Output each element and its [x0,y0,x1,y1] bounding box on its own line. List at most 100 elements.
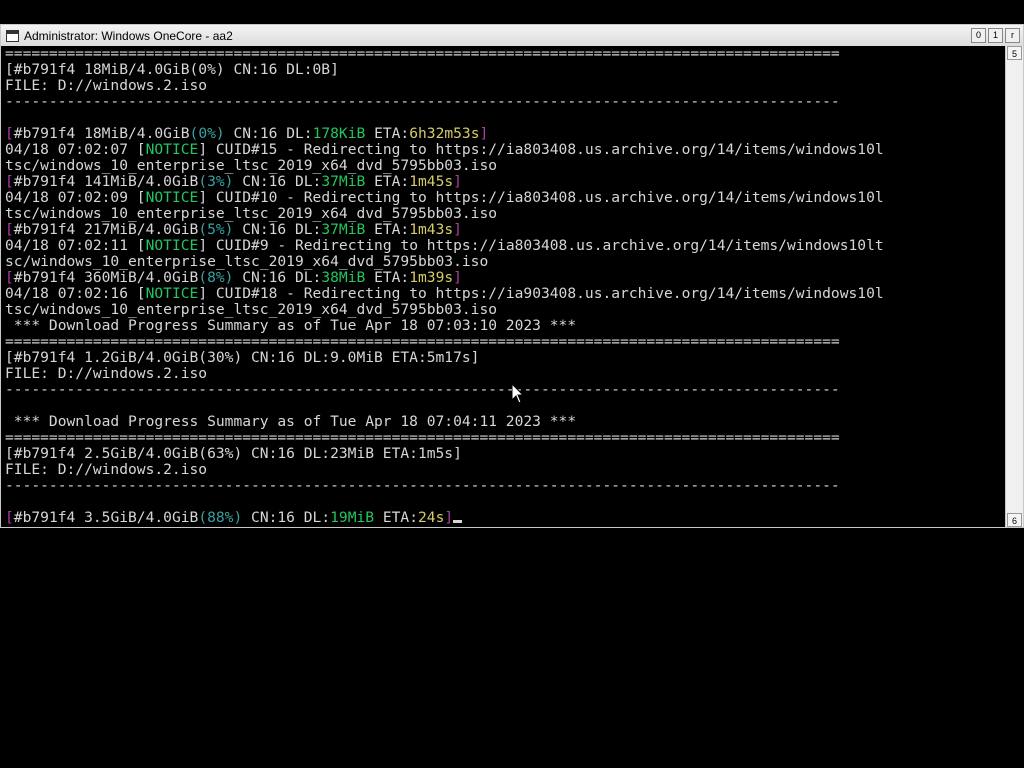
bracket: ] [453,222,462,238]
notice-continuation: tsc/windows_10_enterprise_ltsc_2019_x64_… [5,206,498,222]
separator-line: ========================================… [5,430,840,446]
progress-cn: CN:16 DL: [224,126,313,142]
download-speed: 37MiB [321,222,366,238]
bracket: [ [5,126,14,142]
notice-continuation: sc/windows_10_enterprise_ltsc_2019_x64_d… [5,254,489,270]
download-speed: 178KiB [312,126,366,142]
eta-value: 6h32m53s [409,126,480,142]
notice-line: 04/18 07:02:07 [NOTICE] CUID#15 - Redire… [5,142,1005,158]
progress-percent: (8%) [198,270,234,286]
progress-percent: (3%) [198,174,234,190]
notice-message: CUID#10 - Redirecting to https://ia80340… [207,190,884,206]
bracket: ] [453,174,462,190]
console-output[interactable]: ========================================… [1,46,1005,527]
summary-progress-line: [#b791f4 18MiB/4.0GiB(0%) CN:16 DL:0B] [5,62,339,78]
notice-line: 04/18 07:02:09 [NOTICE] CUID#10 - Redire… [5,190,1005,206]
bracket: ] [453,270,462,286]
bracket: ] [198,238,208,254]
download-speed: 37MiB [321,174,366,190]
scroll-down-button[interactable]: 6 [1007,513,1022,527]
progress-cn: CN:16 DL: [233,222,322,238]
window-title: Administrator: Windows OneCore - aa2 [24,28,233,43]
progress-cn: CN:16 DL: [242,510,331,526]
notice-continuation: tsc/windows_10_enterprise_ltsc_2019_x64_… [5,302,498,318]
summary-progress-line: [#b791f4 2.5GiB/4.0GiB(63%) CN:16 DL:23M… [5,446,462,462]
console-window-icon[interactable] [6,29,19,42]
summary-header: *** Download Progress Summary as of Tue … [5,414,577,430]
file-line: FILE: D://windows.2.iso [5,462,208,478]
bracket: [ [136,142,146,158]
bracket: [ [136,238,146,254]
eta-label: ETA: [365,174,410,190]
notice-message: CUID#15 - Redirecting to https://ia80340… [207,142,884,158]
bracket: ] [198,190,208,206]
separator-line: ========================================… [5,46,840,62]
progress-line: [#b791f4 217MiB/4.0GiB(5%) CN:16 DL:37Mi… [5,222,1005,238]
progress-percent: (5%) [198,222,234,238]
progress-size: #b791f4 141MiB/4.0GiB [13,174,199,190]
notice-message: CUID#9 - Redirecting to https://ia803408… [207,238,884,254]
console-window[interactable]: Administrator: Windows OneCore - aa2 0 1… [0,24,1024,528]
eta-value: 24s [418,510,445,526]
download-speed: 38MiB [321,270,366,286]
maximize-button[interactable]: 1 [988,28,1003,43]
notice-line: 04/18 07:02:16 [NOTICE] CUID#18 - Redire… [5,286,1005,302]
bracket: [ [5,510,14,526]
notice-message: CUID#18 - Redirecting to https://ia90340… [207,286,884,302]
notice-continuation: tsc/windows_10_enterprise_ltsc_2019_x64_… [5,158,498,174]
bracket: ] [198,142,208,158]
file-line: FILE: D://windows.2.iso [5,78,208,94]
eta-label: ETA: [374,510,418,526]
progress-line: [#b791f4 360MiB/4.0GiB(8%) CN:16 DL:38Mi… [5,270,1005,286]
title-bar[interactable]: Administrator: Windows OneCore - aa2 0 1… [1,25,1023,47]
text-cursor [453,520,463,523]
dash-separator-line: ----------------------------------------… [5,382,840,398]
progress-percent: (88%) [198,510,243,526]
progress-size: #b791f4 360MiB/4.0GiB [13,270,199,286]
bracket: [ [5,174,14,190]
notice-tag: NOTICE [145,286,199,302]
mouse-pointer-icon [512,384,524,404]
close-button[interactable]: r [1005,28,1020,43]
eta-value: 1m39s [409,270,454,286]
current-progress-line: [#b791f4 3.5GiB/4.0GiB(88%) CN:16 DL:19M… [5,510,1005,526]
notice-tag: NOTICE [145,238,199,254]
progress-percent: (0%) [189,126,225,142]
progress-cn: CN:16 DL: [233,174,322,190]
eta-label: ETA: [365,270,410,286]
timestamp: 04/18 07:02:07 [5,142,137,158]
timestamp: 04/18 07:02:11 [5,238,137,254]
file-line: FILE: D://windows.2.iso [5,366,208,382]
progress-cn: CN:16 DL: [233,270,322,286]
notice-tag: NOTICE [145,142,199,158]
dash-separator-line: ----------------------------------------… [5,94,840,110]
notice-line: 04/18 07:02:11 [NOTICE] CUID#9 - Redirec… [5,238,1005,254]
timestamp: 04/18 07:02:09 [5,190,137,206]
progress-line: [#b791f4 18MiB/4.0GiB(0%) CN:16 DL:178Ki… [5,126,1005,142]
timestamp: 04/18 07:02:16 [5,286,137,302]
dash-separator-line: ----------------------------------------… [5,478,840,494]
eta-label: ETA: [365,222,410,238]
eta-label: ETA: [365,126,410,142]
bracket: [ [5,270,14,286]
progress-size: #b791f4 217MiB/4.0GiB [13,222,199,238]
progress-line: [#b791f4 141MiB/4.0GiB(3%) CN:16 DL:37Mi… [5,174,1005,190]
bracket: [ [136,286,146,302]
summary-header: *** Download Progress Summary as of Tue … [5,318,577,334]
bracket: [ [136,190,146,206]
bracket: ] [198,286,208,302]
progress-size: #b791f4 18MiB/4.0GiB [13,126,190,142]
eta-value: 1m45s [409,174,454,190]
progress-size: #b791f4 3.5GiB/4.0GiB [13,510,199,526]
vertical-scrollbar[interactable]: 5 6 [1005,46,1023,527]
eta-value: 1m43s [409,222,454,238]
scroll-up-button[interactable]: 5 [1007,46,1022,60]
bracket: ] [444,510,454,526]
minimize-button[interactable]: 0 [971,28,986,43]
bracket: ] [479,126,489,142]
notice-tag: NOTICE [145,190,199,206]
separator-line: ========================================… [5,334,840,350]
summary-progress-line: [#b791f4 1.2GiB/4.0GiB(30%) CN:16 DL:9.0… [5,350,480,366]
